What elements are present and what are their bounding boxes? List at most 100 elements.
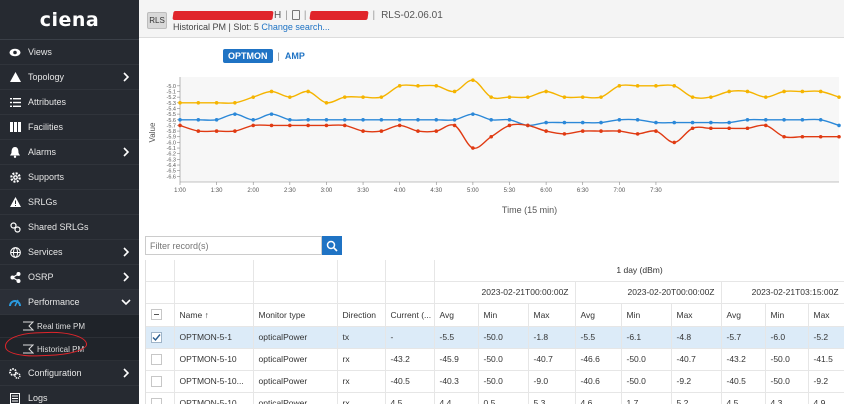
table-cell: -4.8 bbox=[671, 326, 722, 349]
row-select-cell[interactable] bbox=[146, 326, 175, 349]
data-point bbox=[800, 117, 805, 122]
filter-input[interactable] bbox=[145, 236, 322, 255]
sidebar-item-shared-srlgs[interactable]: Shared SRLGs bbox=[0, 215, 139, 240]
table-cell: -40.5 bbox=[721, 370, 766, 393]
data-point bbox=[288, 117, 292, 122]
data-point bbox=[178, 117, 182, 122]
change-search-link[interactable]: Change search... bbox=[261, 22, 330, 32]
data-point bbox=[690, 126, 695, 131]
column-header-avg[interactable]: Avg bbox=[721, 303, 766, 327]
header-cell bbox=[253, 260, 338, 282]
table-cell: tx bbox=[337, 326, 386, 349]
sidebar-item-logs[interactable]: Logs bbox=[0, 386, 139, 404]
row-select-cell[interactable] bbox=[146, 370, 175, 393]
data-point bbox=[690, 120, 695, 125]
device-icon bbox=[291, 10, 300, 20]
table-row[interactable]: OPTMON-5-1 opticalPower tx - -5.5 -50.0 -1.8 -5… bbox=[146, 326, 844, 349]
table-cell: OPTMON-5-10... bbox=[174, 392, 254, 404]
column-header-name[interactable]: Name ↑ bbox=[174, 303, 254, 327]
data-point bbox=[324, 123, 329, 128]
header-cell bbox=[146, 260, 175, 282]
sidebar-item-srlgs[interactable]: SRLGs bbox=[0, 190, 139, 215]
table-cell: -50.0 bbox=[621, 348, 672, 371]
column-header-max[interactable]: Max bbox=[808, 303, 844, 327]
data-point bbox=[544, 120, 548, 125]
row-checkbox[interactable] bbox=[151, 353, 162, 365]
select-all-cell[interactable] bbox=[146, 303, 175, 327]
data-point bbox=[269, 112, 274, 116]
data-point bbox=[709, 120, 713, 125]
row-select-cell[interactable] bbox=[146, 392, 175, 404]
facilities-icon bbox=[8, 120, 22, 134]
date-header: 2023-02-20T00:00:00Z bbox=[575, 281, 722, 304]
chevron-right-icon bbox=[123, 72, 130, 82]
sidebar-item-views[interactable]: Views bbox=[0, 40, 139, 65]
column-header-direction[interactable]: Direction bbox=[337, 303, 386, 327]
pm-item-icon bbox=[23, 344, 34, 354]
data-point bbox=[745, 117, 750, 122]
column-header-min[interactable]: Min bbox=[765, 303, 809, 327]
select-all-checkbox[interactable] bbox=[151, 309, 162, 321]
table-cell: -5.7 bbox=[721, 326, 766, 349]
table-cell: 0.5 bbox=[478, 392, 529, 404]
search-button[interactable] bbox=[322, 236, 342, 255]
x-tick-label: 3:00 bbox=[321, 188, 333, 194]
tab-optmon[interactable]: OPTMON bbox=[223, 49, 273, 63]
sidebar-subitem-historical-pm[interactable]: Historical PM bbox=[0, 338, 139, 361]
date-header: 2023-02-21T00:00:00Z bbox=[434, 281, 576, 304]
sidebar-item-supports[interactable]: Supports bbox=[0, 165, 139, 190]
column-header-monitor-type[interactable]: Monitor type bbox=[253, 303, 338, 327]
column-header-current[interactable]: Current (... bbox=[385, 303, 435, 327]
table-cell: rx bbox=[337, 392, 386, 404]
data-point bbox=[489, 117, 493, 122]
sidebar-item-label: Facilities bbox=[28, 122, 64, 132]
column-header-max[interactable]: Max bbox=[671, 303, 722, 327]
header-cell bbox=[337, 281, 386, 304]
data-point bbox=[306, 123, 310, 128]
header-cell bbox=[146, 281, 175, 304]
header-cell bbox=[174, 260, 254, 282]
column-header-min[interactable]: Min bbox=[621, 303, 672, 327]
sidebar-subitem-label: Historical PM bbox=[37, 344, 85, 354]
topology-icon bbox=[8, 70, 22, 84]
sidebar-item-alarms[interactable]: Alarms bbox=[0, 140, 139, 165]
table-row[interactable]: OPTMON-5-10 opticalPower rx -43.2 -45.9 -50.0… bbox=[146, 348, 844, 371]
column-header-max[interactable]: Max bbox=[528, 303, 576, 327]
sidebar-item-facilities[interactable]: Facilities bbox=[0, 115, 139, 140]
table-cell: 4.9 bbox=[808, 392, 844, 404]
sidebar-item-label: Configuration bbox=[28, 368, 82, 378]
sidebar-subitem-real-time-pm[interactable]: Real time PM bbox=[0, 315, 139, 338]
data-point bbox=[526, 123, 530, 128]
table-cell: -50.0 bbox=[478, 370, 529, 393]
row-checkbox[interactable] bbox=[151, 397, 162, 404]
sidebar-item-services[interactable]: Services bbox=[0, 240, 139, 265]
row-checkbox[interactable] bbox=[151, 331, 162, 343]
row-select-cell[interactable] bbox=[146, 348, 175, 371]
performance-icon bbox=[8, 295, 22, 309]
sidebar-item-performance[interactable]: Performance bbox=[0, 290, 139, 315]
pm-line-chart: -5.0-5.1-5.2-5.3-5.4-5.5-5.6-5.7-5.8-5.9… bbox=[148, 77, 841, 215]
slot-label: | Slot: 5 bbox=[228, 22, 262, 32]
column-header-avg[interactable]: Avg bbox=[434, 303, 479, 327]
column-header-min[interactable]: Min bbox=[478, 303, 529, 327]
sidebar-item-configuration[interactable]: Configuration bbox=[0, 361, 139, 386]
table-cell: 5.3 bbox=[528, 392, 576, 404]
sidebar-item-osrp[interactable]: OSRP bbox=[0, 265, 139, 290]
data-point bbox=[782, 134, 786, 139]
data-point bbox=[526, 95, 530, 99]
x-axis-title: Time (15 min) bbox=[502, 205, 557, 215]
sidebar-item-attributes[interactable]: Attributes bbox=[0, 90, 139, 115]
check-icon bbox=[152, 333, 161, 341]
tab-amp[interactable]: AMP bbox=[285, 51, 305, 61]
x-tick-label: 7:30 bbox=[650, 188, 662, 194]
table-cell: - bbox=[385, 326, 435, 349]
sidebar-item-topology[interactable]: Topology bbox=[0, 65, 139, 90]
share-icon bbox=[8, 270, 22, 284]
column-header-avg[interactable]: Avg bbox=[575, 303, 622, 327]
data-point bbox=[233, 129, 237, 133]
row-checkbox[interactable] bbox=[151, 375, 162, 387]
table-row[interactable]: OPTMON-5-10... opticalPower rx -40.5 -40.3 -5… bbox=[146, 370, 844, 393]
device-badge: RLS bbox=[147, 12, 167, 29]
table-row[interactable]: OPTMON-5-10... opticalPower rx 4.5 4.4 0.5 5.3… bbox=[146, 392, 844, 404]
data-point bbox=[288, 123, 292, 128]
